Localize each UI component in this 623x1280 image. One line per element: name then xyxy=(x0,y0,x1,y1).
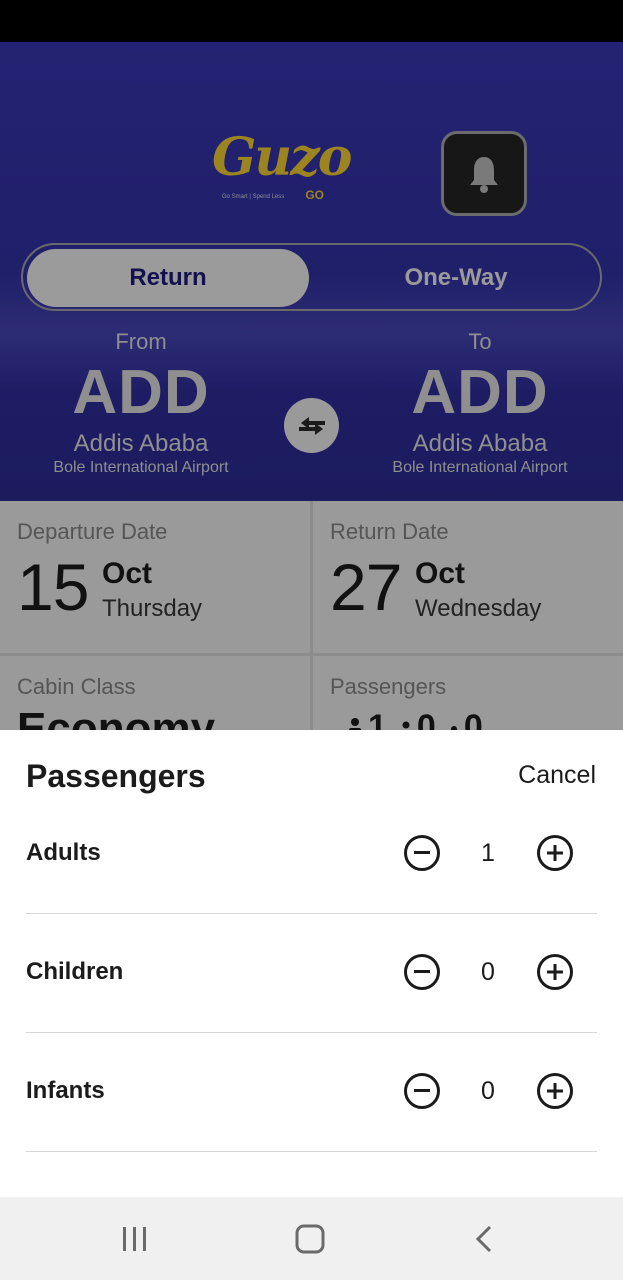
tab-return[interactable]: Return xyxy=(27,249,309,307)
child-icon xyxy=(402,721,410,729)
app-logo: Guzo Go Smart | Spend Less GO xyxy=(212,128,352,206)
passengers-sheet: Passengers Cancel Adults 1 Children 0 In… xyxy=(0,730,623,1197)
origin-airport[interactable]: From ADD Addis Ababa Bole International … xyxy=(11,329,271,479)
origin-city: Addis Ababa xyxy=(73,430,209,457)
return-day: 27 xyxy=(330,550,402,624)
passengers-summary: 1 0 0 xyxy=(346,708,491,730)
notifications-button[interactable] xyxy=(441,131,527,216)
swap-airports-button[interactable] xyxy=(284,398,339,453)
origin-airport-name: Bole International Airport xyxy=(53,459,229,476)
return-date-field[interactable]: Return Date 27 Oct Wednesday xyxy=(313,501,623,653)
bell-icon xyxy=(470,156,498,193)
minus-circle-icon xyxy=(414,1089,430,1092)
children-row: Children 0 xyxy=(26,914,597,1033)
person-icon xyxy=(349,718,361,730)
return-date-label: Return Date xyxy=(330,519,449,544)
infants-row: Infants 0 xyxy=(26,1033,597,1152)
tab-one-way[interactable]: One-Way xyxy=(313,249,599,307)
origin-code: ADD xyxy=(72,358,210,427)
trip-type-toggle: Return One-Way xyxy=(21,243,602,311)
back-icon xyxy=(475,1225,492,1253)
cancel-button[interactable]: Cancel xyxy=(518,761,596,790)
logo-sub: GO xyxy=(305,188,324,202)
infants-label: Infants xyxy=(26,1077,105,1104)
home-icon xyxy=(295,1224,325,1254)
infants-increment-button[interactable] xyxy=(537,1073,573,1109)
infants-value: 0 xyxy=(481,1077,495,1105)
destination-label: To xyxy=(468,329,492,354)
return-weekday: Wednesday xyxy=(415,595,542,622)
home-button[interactable] xyxy=(288,1217,332,1261)
infants-count: 0 xyxy=(463,708,483,730)
destination-airport[interactable]: To ADD Addis Ababa Bole International Ai… xyxy=(350,329,610,479)
cabin-class-label: Cabin Class xyxy=(17,674,136,699)
plus-circle-icon xyxy=(547,1083,563,1099)
departure-date-label: Departure Date xyxy=(17,519,168,544)
sheet-title: Passengers xyxy=(26,758,206,794)
infants-decrement-button[interactable] xyxy=(404,1073,440,1109)
search-options-grid: Departure Date 15 Oct Thursday Return Da… xyxy=(0,501,623,730)
return-month: Oct xyxy=(415,557,466,590)
adults-row: Adults 1 xyxy=(26,795,597,914)
departure-month: Oct xyxy=(102,557,153,590)
cabin-class-value: Economy xyxy=(17,704,216,730)
system-nav-bar xyxy=(0,1197,623,1280)
destination-code: ADD xyxy=(411,358,549,427)
status-bar xyxy=(0,0,623,42)
destination-airport-name: Bole International Airport xyxy=(392,459,568,476)
origin-label: From xyxy=(115,329,167,354)
back-button[interactable] xyxy=(462,1217,506,1261)
recents-icon xyxy=(123,1227,146,1251)
adults-decrement-button[interactable] xyxy=(404,835,440,871)
adults-increment-button[interactable] xyxy=(537,835,573,871)
swap-arrows-icon xyxy=(298,416,325,435)
passengers-field[interactable]: Passengers 1 0 0 xyxy=(313,656,623,730)
children-decrement-button[interactable] xyxy=(404,954,440,990)
departure-day: 15 xyxy=(17,550,89,624)
hero-panel: Guzo Go Smart | Spend Less GO Return One… xyxy=(0,42,623,501)
children-label: Children xyxy=(26,958,124,985)
recents-button[interactable] xyxy=(113,1217,157,1261)
logo-tagline: Go Smart | Spend Less xyxy=(222,194,285,200)
destination-city: Addis Ababa xyxy=(412,430,548,457)
adults-count: 1 xyxy=(368,708,387,730)
children-increment-button[interactable] xyxy=(537,954,573,990)
minus-circle-icon xyxy=(414,851,430,854)
children-count: 0 xyxy=(416,708,436,730)
adults-label: Adults xyxy=(26,839,101,866)
adults-value: 1 xyxy=(481,839,495,867)
children-value: 0 xyxy=(481,958,495,986)
logo-wordmark: Guzo xyxy=(212,127,352,188)
minus-circle-icon xyxy=(414,970,430,973)
departure-date-field[interactable]: Departure Date 15 Oct Thursday xyxy=(0,501,310,653)
departure-weekday: Thursday xyxy=(102,595,203,622)
passengers-label: Passengers xyxy=(330,674,447,699)
plus-circle-icon xyxy=(547,964,563,980)
plus-circle-icon xyxy=(547,845,563,861)
cabin-class-field[interactable]: Cabin Class Economy xyxy=(0,656,310,730)
